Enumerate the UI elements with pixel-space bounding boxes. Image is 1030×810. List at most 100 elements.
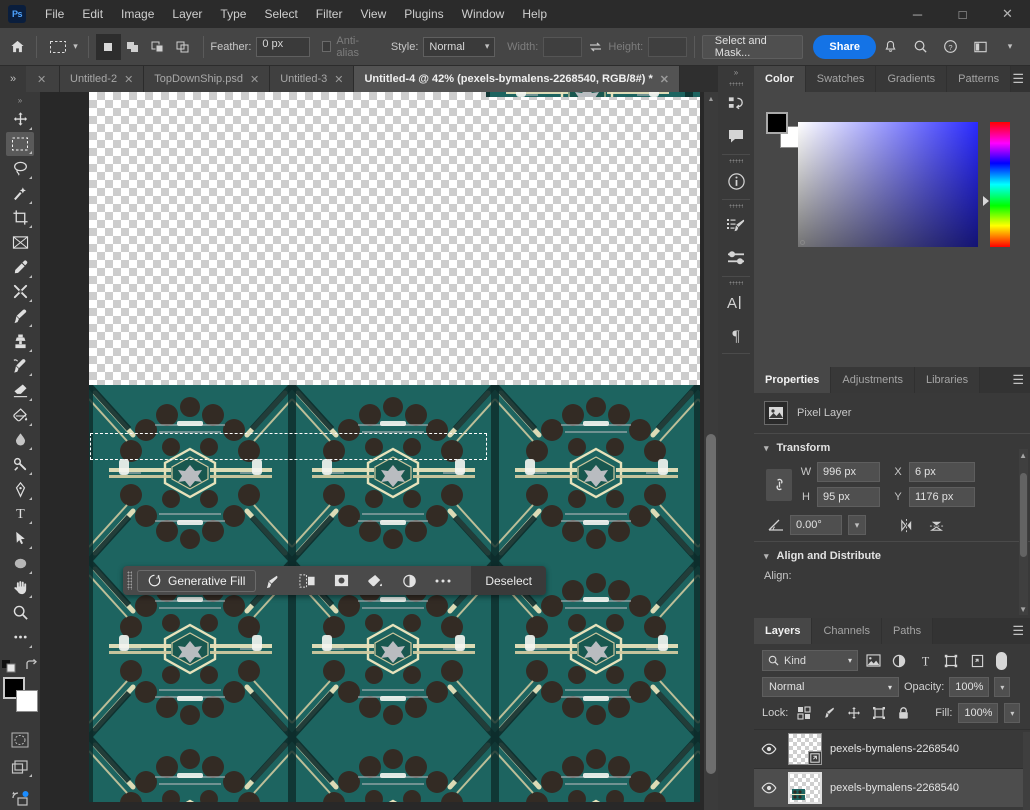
adjustments-sliders-icon[interactable] xyxy=(718,242,754,274)
edit-toolbar-tool[interactable] xyxy=(6,625,34,650)
adjustment-layer-icon[interactable] xyxy=(392,566,426,595)
flip-horizontal-icon[interactable] xyxy=(898,518,915,533)
close-icon[interactable]: ✕ xyxy=(124,73,133,86)
panel-menu-icon[interactable]: ☰ xyxy=(1012,367,1024,393)
panel-menu-icon[interactable]: ☰ xyxy=(1012,618,1024,644)
document-canvas[interactable] xyxy=(89,92,700,802)
color-field[interactable] xyxy=(798,122,978,247)
layer-row-1[interactable]: pexels-bymalens-2268540 xyxy=(754,729,1030,768)
align-section-title[interactable]: ▾ Align and Distribute xyxy=(754,550,1030,570)
select-and-mask-icon[interactable] xyxy=(290,566,324,595)
deselect-button[interactable]: Deselect xyxy=(471,566,546,595)
tab-swatches[interactable]: Swatches xyxy=(805,66,877,92)
tool-preset-picker[interactable]: ▾ xyxy=(44,36,81,58)
link-aspect-ratio-icon[interactable] xyxy=(766,468,792,501)
type-tool[interactable]: T xyxy=(6,502,34,527)
blend-mode-select[interactable]: Normal ▾ xyxy=(762,677,899,697)
filter-toggle[interactable] xyxy=(996,651,1007,670)
filter-smart-object-icon[interactable] xyxy=(966,650,988,671)
info-icon[interactable] xyxy=(718,165,754,197)
feather-input[interactable]: 0 px xyxy=(256,36,311,57)
width-input[interactable] xyxy=(543,36,582,57)
height-input[interactable] xyxy=(648,36,687,57)
filter-pixel-icon[interactable] xyxy=(862,650,884,671)
document-tab-topdownship[interactable]: TopDownShip.psd ✕ xyxy=(144,66,271,92)
transform-x-input[interactable]: 6 px xyxy=(909,462,975,482)
blur-tool[interactable] xyxy=(6,428,34,453)
filter-shape-icon[interactable] xyxy=(940,650,962,671)
layer-thumbnail[interactable] xyxy=(788,733,822,765)
transform-section-title[interactable]: ▾ Transform xyxy=(754,442,1030,462)
menu-select[interactable]: Select xyxy=(255,0,306,28)
brush-settings-icon[interactable] xyxy=(718,210,754,242)
maximize-button[interactable]: □ xyxy=(940,0,985,28)
tab-color[interactable]: Color xyxy=(754,66,806,92)
opacity-dropdown[interactable]: ▾ xyxy=(994,677,1011,697)
hand-tool[interactable] xyxy=(6,576,34,601)
transform-height-input[interactable]: 95 px xyxy=(817,487,880,507)
antialias-checkbox[interactable] xyxy=(321,41,332,52)
tab-layers[interactable]: Layers xyxy=(754,618,813,644)
document-tab-untitled-4[interactable]: Untitled-4 @ 42% (pexels-bymalens-226854… xyxy=(354,66,680,92)
menu-view[interactable]: View xyxy=(351,0,395,28)
paragraph-icon[interactable]: ¶ xyxy=(718,319,754,351)
canvas-area[interactable]: ▲ Generative Fill Deselect xyxy=(40,92,718,810)
layer-thumbnail[interactable] xyxy=(788,772,822,804)
flip-vertical-icon[interactable] xyxy=(929,517,944,534)
lock-all-icon[interactable] xyxy=(894,704,913,723)
move-tool[interactable] xyxy=(6,107,34,132)
toolbar-collapse-button[interactable]: » xyxy=(0,95,40,107)
fill-dropdown[interactable]: ▾ xyxy=(1004,703,1021,723)
close-icon[interactable]: ✕ xyxy=(37,73,46,86)
angle-dropdown[interactable]: ▾ xyxy=(848,515,866,535)
scroll-up-arrow-icon[interactable]: ▲ xyxy=(704,92,718,106)
document-tab-untitled-2[interactable]: Untitled-2 ✕ xyxy=(60,66,145,92)
color-field-cursor[interactable] xyxy=(800,240,805,245)
tabs-overflow-left[interactable]: » xyxy=(0,66,26,92)
adjustment-fill-icon[interactable] xyxy=(358,566,392,595)
lock-image-pixels-icon[interactable] xyxy=(819,704,838,723)
eraser-tool[interactable] xyxy=(6,378,34,403)
close-icon[interactable]: ✕ xyxy=(660,73,669,86)
menu-image[interactable]: Image xyxy=(112,0,163,28)
opacity-input[interactable]: 100% xyxy=(949,677,990,697)
eye-icon[interactable] xyxy=(758,743,780,755)
panel-menu-icon[interactable]: ☰ xyxy=(1012,66,1024,92)
clone-stamp-tool[interactable] xyxy=(6,329,34,354)
add-mask-icon[interactable] xyxy=(324,566,358,595)
select-and-mask-button[interactable]: Select and Mask... xyxy=(701,34,804,59)
chevron-down-icon[interactable]: ▾ xyxy=(996,34,1024,60)
style-select[interactable]: Normal ▾ xyxy=(423,36,496,57)
share-button[interactable]: Share xyxy=(813,34,876,59)
comments-icon[interactable] xyxy=(718,120,754,152)
menu-file[interactable]: File xyxy=(36,0,73,28)
background-color-swatch[interactable] xyxy=(16,689,38,712)
menu-edit[interactable]: Edit xyxy=(73,0,112,28)
transform-width-input[interactable]: 996 px xyxy=(817,462,880,482)
angle-input[interactable]: 0.00° xyxy=(790,515,842,535)
scrollbar-thumb[interactable] xyxy=(1020,473,1027,557)
layer-row-2[interactable]: pexels-bymalens-2268540 xyxy=(754,768,1030,807)
menu-type[interactable]: Type xyxy=(211,0,255,28)
layer-filter-kind-select[interactable]: Kind ▾ xyxy=(762,650,858,671)
chevron-down-icon[interactable]: ▾ xyxy=(764,443,769,454)
select-subject-icon[interactable] xyxy=(256,566,290,595)
lock-transparent-pixels-icon[interactable] xyxy=(794,704,813,723)
path-selection-tool[interactable] xyxy=(6,526,34,551)
selection-mode-new[interactable] xyxy=(95,33,121,60)
color-picker-body[interactable] xyxy=(754,92,1030,367)
crop-tool[interactable] xyxy=(6,206,34,231)
menu-layer[interactable]: Layer xyxy=(163,0,211,28)
tab-adjustments[interactable]: Adjustments xyxy=(831,367,915,393)
home-icon[interactable] xyxy=(6,34,29,60)
help-icon[interactable]: ? xyxy=(936,34,964,60)
canvas-vertical-scrollbar[interactable]: ▲ xyxy=(704,92,718,810)
menu-plugins[interactable]: Plugins xyxy=(395,0,452,28)
search-icon[interactable] xyxy=(906,34,934,60)
tab-patterns[interactable]: Patterns xyxy=(947,66,1012,92)
menu-window[interactable]: Window xyxy=(453,0,514,28)
selection-mode-subtract[interactable] xyxy=(146,34,171,60)
frame-tool[interactable] xyxy=(6,230,34,255)
spot-healing-brush-tool[interactable] xyxy=(6,280,34,305)
tab-properties[interactable]: Properties xyxy=(754,367,832,393)
